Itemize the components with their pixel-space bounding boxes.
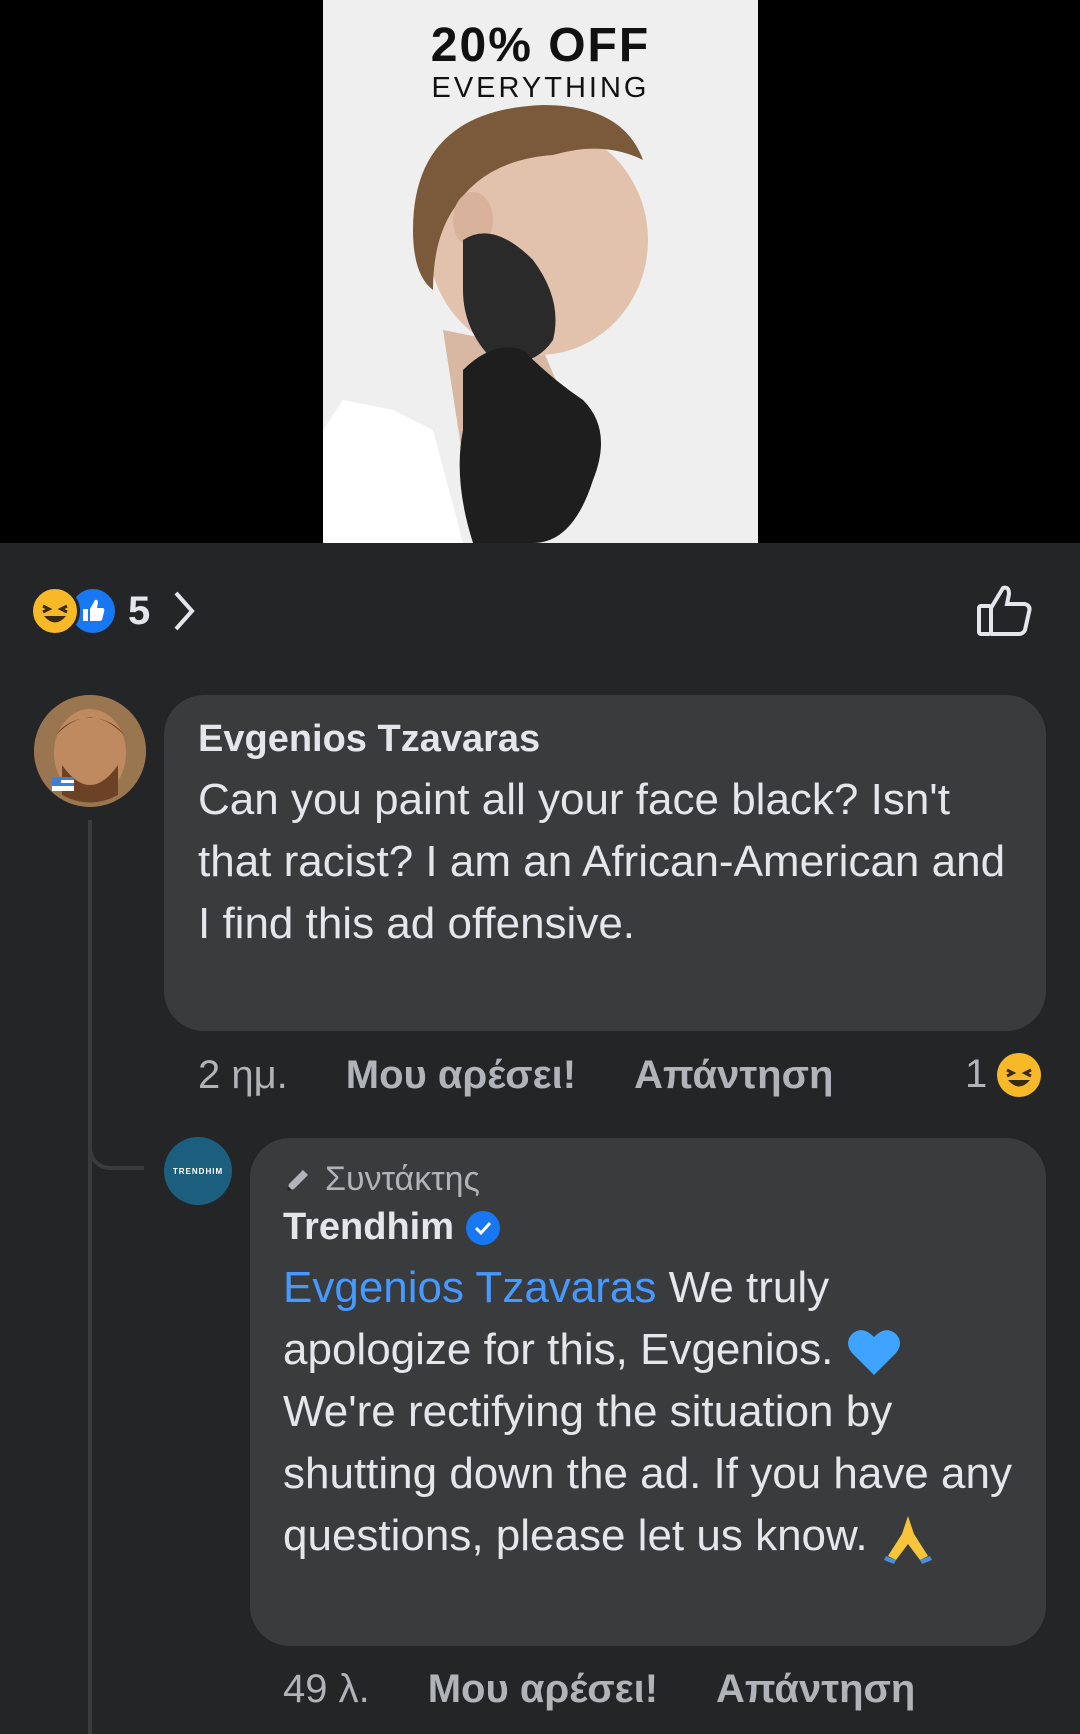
pencil-icon <box>287 1169 308 1191</box>
like-button[interactable]: Μου αρέσει! <box>346 1053 576 1098</box>
haha-icon <box>997 1052 1042 1097</box>
like-outline-icon[interactable] <box>975 580 1035 640</box>
comment-reactions[interactable]: 1 <box>965 1052 1042 1097</box>
reply-actions: 49 λ. Μου αρέσει! Απάντηση <box>283 1667 915 1712</box>
reply-button[interactable]: Απάντηση <box>634 1053 833 1098</box>
comment-text: Can you paint all your face black? Isn't… <box>198 775 1006 948</box>
folded-hands-icon <box>883 1516 932 1565</box>
editor-label: Συντάκτης <box>325 1160 480 1198</box>
ad-headline: 20% OFF <box>430 19 651 72</box>
reply-author[interactable]: Trendhim <box>283 1206 454 1249</box>
chevron-right-icon[interactable] <box>172 589 196 633</box>
reply-text: Evgenios Tzavaras We truly apologize for… <box>283 1257 1023 1567</box>
haha-icon <box>30 586 80 636</box>
page-avatar-logo: TRENDHIM <box>172 1166 224 1176</box>
editor-badge: Συντάκτης <box>283 1160 480 1199</box>
comment-author[interactable]: Evgenios Tzavaras <box>198 718 540 761</box>
comment-actions: 2 ημ. Μου αρέσει! Απάντηση <box>198 1053 833 1098</box>
reactions-summary[interactable]: 5 <box>30 586 196 636</box>
like-button[interactable]: Μου αρέσει! <box>428 1667 658 1712</box>
verified-badge-icon <box>466 1210 501 1245</box>
reply-author-row: Trendhim <box>283 1206 501 1249</box>
ad-image-area[interactable]: 20% OFF EVERYTHING <box>0 0 1080 543</box>
thread-line <box>88 820 92 1734</box>
comment-reaction-count: 1 <box>965 1052 988 1096</box>
comment-time[interactable]: 2 ημ. <box>198 1053 288 1098</box>
reaction-count: 5 <box>128 588 151 633</box>
reply-time[interactable]: 49 λ. <box>283 1667 370 1712</box>
ad-image[interactable]: 20% OFF EVERYTHING <box>323 0 758 543</box>
thread-connector <box>88 1148 144 1170</box>
avatar[interactable] <box>34 695 146 807</box>
page-avatar[interactable]: TRENDHIM <box>164 1137 232 1205</box>
reply-button[interactable]: Απάντηση <box>716 1667 915 1712</box>
mention-link[interactable]: Evgenios Tzavaras <box>283 1263 656 1312</box>
blue-heart-icon <box>847 1330 900 1376</box>
ad-model-photo <box>323 105 648 543</box>
